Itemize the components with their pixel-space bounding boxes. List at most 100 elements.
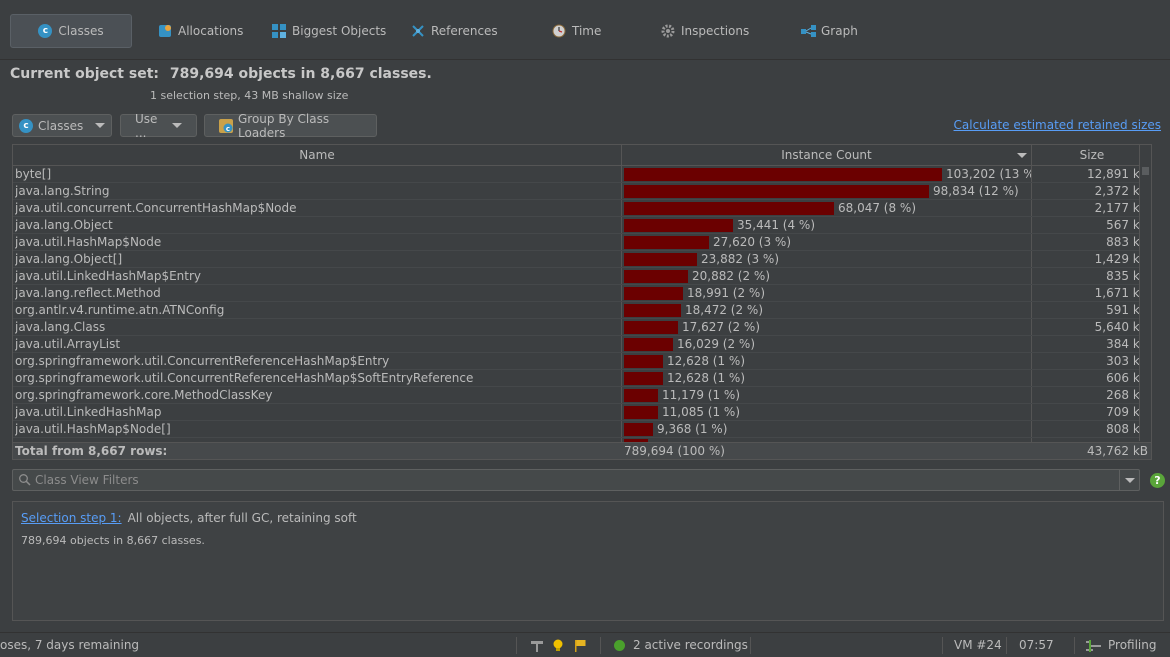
- instance-count-bar: [624, 185, 929, 198]
- column-header-name[interactable]: Name: [13, 145, 622, 166]
- table-row[interactable]: org.antlr.v4.runtime.atn.ATNConfig 18,472…: [13, 302, 1151, 319]
- class-name-cell: java.util.concurrent.ConcurrentHashMap$N…: [15, 201, 297, 215]
- instance-count-cell: 11,179 (1 %): [622, 387, 1031, 404]
- tab-graph[interactable]: Graph: [801, 14, 858, 48]
- class-name-cell: java.util.LinkedHashMap$Entry: [15, 269, 202, 283]
- totals-row: Total from 8,667 rows: 789,694 (100 %) 4…: [13, 442, 1151, 459]
- table-scrollbar[interactable]: [1139, 145, 1151, 441]
- tab-biggest-objects[interactable]: Biggest Objects: [272, 14, 386, 48]
- chevron-down-icon: [95, 123, 105, 128]
- tab-classes[interactable]: c Classes: [10, 14, 132, 48]
- instance-count-bar: [624, 287, 683, 300]
- column-header-instance-count[interactable]: Instance Count: [622, 145, 1032, 166]
- instance-count-cell: 11,085 (1 %): [622, 404, 1031, 421]
- instance-count-bar: [624, 236, 709, 249]
- tab-inspections[interactable]: Inspections: [661, 14, 749, 48]
- size-cell: 1,671 kB: [1094, 286, 1148, 300]
- table-row[interactable]: java.lang.Object 35,441 (4 %) 567 kB: [13, 217, 1151, 234]
- instance-count-cell: 98,834 (12 %): [622, 183, 1031, 200]
- status-bar: oses, 7 days remaining 2 active recordin…: [0, 632, 1170, 657]
- instance-count-cell: 68,047 (8 %): [622, 200, 1031, 217]
- selection-step-link[interactable]: Selection step 1:: [21, 511, 122, 525]
- calculate-retained-sizes-link[interactable]: Calculate estimated retained sizes: [954, 118, 1161, 132]
- tab-references[interactable]: References: [411, 14, 498, 48]
- profiling-mode[interactable]: Profiling: [1086, 633, 1157, 657]
- allocations-icon: [158, 24, 172, 38]
- size-cell: 2,372 kB: [1094, 184, 1148, 198]
- size-cell: 606 kB: [1106, 371, 1148, 385]
- instance-count-bar: [624, 219, 733, 232]
- view-select[interactable]: c Classes: [12, 114, 112, 137]
- table-row[interactable]: org.springframework.util.ConcurrentRefer…: [13, 370, 1151, 387]
- status-separator: [1006, 637, 1007, 654]
- class-view-filter: [12, 469, 1140, 491]
- tab-label: Graph: [821, 24, 858, 38]
- totals-size: 43,762 kB: [1087, 444, 1148, 458]
- selection-step: Selection step 1: All objects, after full…: [21, 511, 357, 525]
- size-cell: 5,640 kB: [1094, 320, 1148, 334]
- table-row[interactable]: java.lang.Object[] 23,882 (3 %) 1,429 kB: [13, 251, 1151, 268]
- table-body: byte[] 103,202 (13 %) 12,891 kB java.lang.S…: [13, 166, 1151, 438]
- instance-count-bar: [624, 423, 653, 436]
- instance-count-label: 20,882 (2 %): [692, 269, 771, 283]
- lightbulb-icon[interactable]: [552, 633, 564, 657]
- class-name-cell: java.lang.Object: [15, 218, 113, 232]
- table-row[interactable]: java.lang.reflect.Method 18,991 (2 %) 1,67…: [13, 285, 1151, 302]
- class-name-cell: byte[]: [15, 167, 52, 181]
- table-row[interactable]: java.util.HashMap$Node 27,620 (3 %) 883 kB: [13, 234, 1151, 251]
- help-icon[interactable]: ?: [1150, 473, 1165, 488]
- class-name-cell: java.lang.String: [15, 184, 110, 198]
- class-name-cell: java.lang.Class: [15, 320, 106, 334]
- instance-count-cell: 12,628 (1 %): [622, 353, 1031, 370]
- tab-label: Time: [572, 24, 602, 38]
- svg-text:c: c: [226, 125, 230, 133]
- group-by-class-loaders-button[interactable]: c Group By Class Loaders: [204, 111, 377, 140]
- instance-count-cell: 23,882 (3 %): [622, 251, 1031, 268]
- active-recordings-status[interactable]: 2 active recordings: [614, 633, 748, 657]
- status-separator: [750, 637, 751, 654]
- status-separator: [1074, 637, 1075, 654]
- use-select[interactable]: Use ...: [120, 111, 197, 140]
- table-row[interactable]: java.util.HashMap$Node[] 9,368 (1 %) 808 k…: [13, 421, 1151, 438]
- table-row[interactable]: java.lang.String 98,834 (12 %) 2,372 kB: [13, 183, 1151, 200]
- filter-history-dropdown[interactable]: [1119, 470, 1139, 490]
- instance-count-label: 68,047 (8 %): [838, 201, 917, 215]
- hammer-icon[interactable]: [530, 633, 544, 657]
- size-cell: 567 kB: [1106, 218, 1148, 232]
- tab-time[interactable]: Time: [552, 14, 601, 48]
- totals-count: 789,694 (100 %): [624, 444, 725, 458]
- instance-count-label: 18,991 (2 %): [687, 286, 766, 300]
- table-row[interactable]: org.springframework.core.MethodClassKey 1…: [13, 387, 1151, 404]
- table-row[interactable]: java.util.LinkedHashMap 11,085 (1 %) 709 k…: [13, 404, 1151, 421]
- table-row[interactable]: java.lang.Class 17,627 (2 %) 5,640 kB: [13, 319, 1151, 336]
- table-row[interactable]: java.util.ArrayList 16,029 (2 %) 384 kB: [13, 336, 1151, 353]
- tab-allocations[interactable]: Allocations: [158, 14, 243, 48]
- selection-step-text: All objects, after full GC, retaining so…: [127, 511, 357, 525]
- instance-count-cell: 27,620 (3 %): [622, 234, 1031, 251]
- classes-icon: c: [19, 118, 33, 133]
- size-cell: 384 kB: [1106, 337, 1148, 351]
- recording-indicator-icon: [614, 640, 625, 651]
- class-name-cell: java.util.LinkedHashMap: [15, 405, 162, 419]
- instance-count-cell: 20,882 (2 %): [622, 268, 1031, 285]
- column-header-size[interactable]: Size: [1032, 145, 1151, 166]
- class-view-filter-input[interactable]: [35, 472, 1115, 488]
- table-row[interactable]: byte[] 103,202 (13 %) 12,891 kB: [13, 166, 1151, 183]
- instance-count-bar: [624, 406, 658, 419]
- instance-count-cell: 103,202 (13 %): [622, 166, 1031, 183]
- page-title: Current object set: 789,694 objects in 8…: [10, 66, 432, 82]
- flag-icon[interactable]: [574, 633, 588, 657]
- table-row[interactable]: java.util.concurrent.ConcurrentHashMap$N…: [13, 200, 1151, 217]
- scrollbar-thumb[interactable]: [1142, 167, 1149, 175]
- table-row[interactable]: java.util.LinkedHashMap$Entry 20,882 (2 %…: [13, 268, 1151, 285]
- instance-count-label: 27,620 (3 %): [713, 235, 792, 249]
- size-cell: 1,429 kB: [1094, 252, 1148, 266]
- group-button-label: Group By Class Loaders: [238, 111, 330, 140]
- instance-count-cell: 18,472 (2 %): [622, 302, 1031, 319]
- tab-label: Allocations: [178, 24, 244, 38]
- use-select-value: Use ...: [135, 111, 158, 140]
- biggest-objects-icon: [272, 24, 286, 38]
- table-row[interactable]: org.springframework.util.ConcurrentRefer…: [13, 353, 1151, 370]
- references-icon: [411, 24, 425, 38]
- instance-count-label: 12,628 (1 %): [667, 354, 746, 368]
